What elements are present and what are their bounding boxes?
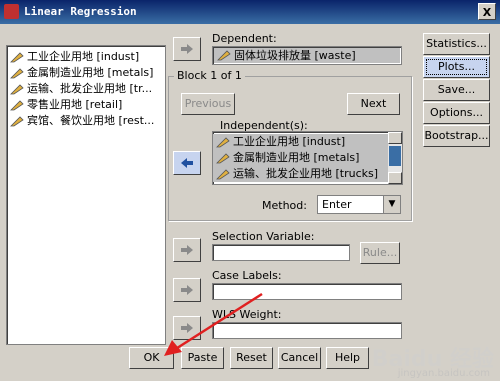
dependent-variable[interactable]: 固体垃圾排放量 [waste] — [214, 48, 400, 63]
independents-list[interactable]: 工业企业用地 [indust] 金属制造业用地 [metals] 运输、批发企业… — [212, 131, 403, 185]
linear-regression-dialog: Linear Regression X 工业企业用地 [indust] 金属制造… — [0, 0, 500, 381]
scroll-down-button[interactable] — [388, 172, 402, 184]
method-value: Enter — [322, 198, 352, 211]
scroll-up-button[interactable] — [388, 132, 402, 144]
options-button[interactable]: Options... — [423, 102, 490, 124]
list-item[interactable]: 金属制造业用地 [metals] — [7, 65, 165, 81]
next-button[interactable]: Next — [347, 93, 400, 115]
arrow-right-icon — [181, 44, 193, 54]
list-item[interactable]: 运输、批发企业用地 [tr... — [7, 81, 165, 97]
variable-scale-icon — [10, 100, 24, 111]
method-select[interactable]: Enter ▼ — [317, 195, 401, 214]
rule-button[interactable]: Rule... — [360, 242, 400, 264]
statistics-button[interactable]: Statistics... — [423, 33, 490, 55]
watermark-url: jingyan.baidu.com — [397, 368, 490, 379]
selection-variable-field[interactable] — [212, 244, 350, 261]
dependent-value: 固体垃圾排放量 [waste] — [234, 49, 356, 62]
move-selection-button[interactable] — [173, 238, 201, 262]
app-icon — [4, 4, 19, 19]
variable-scale-icon — [216, 153, 230, 164]
variable-label: 运输、批发企业用地 [tr... — [27, 82, 153, 95]
independents-scrollbar[interactable] — [388, 132, 402, 184]
move-independent-button[interactable] — [173, 151, 201, 175]
method-label: Method: — [262, 199, 307, 212]
block-caption: Block 1 of 1 — [174, 69, 245, 82]
variable-scale-icon — [216, 169, 230, 180]
variable-scale-icon — [10, 116, 24, 127]
list-item[interactable]: 宾馆、餐饮业用地 [rest... — [7, 113, 165, 129]
variable-label: 运输、批发企业用地 [trucks] — [233, 167, 379, 180]
variable-scale-icon — [216, 137, 230, 148]
arrow-left-icon — [181, 158, 193, 168]
source-variable-list[interactable]: 工业企业用地 [indust] 金属制造业用地 [metals] 运输、批发企业… — [6, 45, 166, 345]
variable-label: 工业企业用地 [indust] — [27, 50, 140, 63]
selection-variable-label: Selection Variable: — [212, 230, 315, 243]
save-button[interactable]: Save... — [423, 79, 490, 101]
previous-button[interactable]: Previous — [181, 93, 235, 115]
variable-scale-icon — [217, 50, 231, 61]
variable-label: 金属制造业用地 [metals] — [233, 151, 360, 164]
variable-label: 宾馆、餐饮业用地 [rest... — [27, 114, 155, 127]
plots-button[interactable]: Plots... — [423, 56, 490, 78]
case-labels-label: Case Labels: — [212, 269, 282, 282]
move-dependent-button[interactable] — [173, 37, 201, 61]
list-item[interactable]: 工业企业用地 [indust] — [7, 49, 165, 65]
variable-label: 金属制造业用地 [metals] — [27, 66, 154, 79]
list-item[interactable]: 工业企业用地 [indust] — [213, 134, 388, 150]
close-button[interactable]: X — [478, 3, 496, 20]
scroll-thumb[interactable] — [389, 146, 401, 166]
dependent-field[interactable]: 固体垃圾排放量 [waste] — [212, 46, 402, 65]
chevron-down-icon[interactable]: ▼ — [383, 196, 400, 213]
bootstrap-button[interactable]: Bootstrap... — [423, 125, 490, 147]
list-item[interactable]: 零售业用地 [retail] — [7, 97, 165, 113]
variable-scale-icon — [10, 68, 24, 79]
dependent-label: Dependent: — [212, 32, 277, 45]
list-item[interactable]: 金属制造业用地 [metals] — [213, 150, 388, 166]
list-item[interactable]: 运输、批发企业用地 [trucks] — [213, 166, 388, 182]
variable-label: 零售业用地 [retail] — [27, 98, 123, 111]
variable-label: 工业企业用地 [indust] — [233, 135, 346, 148]
annotation-arrow-icon — [164, 292, 263, 356]
variable-scale-icon — [10, 52, 24, 63]
variable-scale-icon — [10, 84, 24, 95]
arrow-right-icon — [181, 245, 193, 255]
title-bar[interactable]: Linear Regression X — [0, 0, 500, 24]
cancel-button[interactable]: Cancel — [278, 347, 321, 369]
window-title: Linear Regression — [24, 5, 137, 18]
help-button[interactable]: Help — [326, 347, 369, 369]
